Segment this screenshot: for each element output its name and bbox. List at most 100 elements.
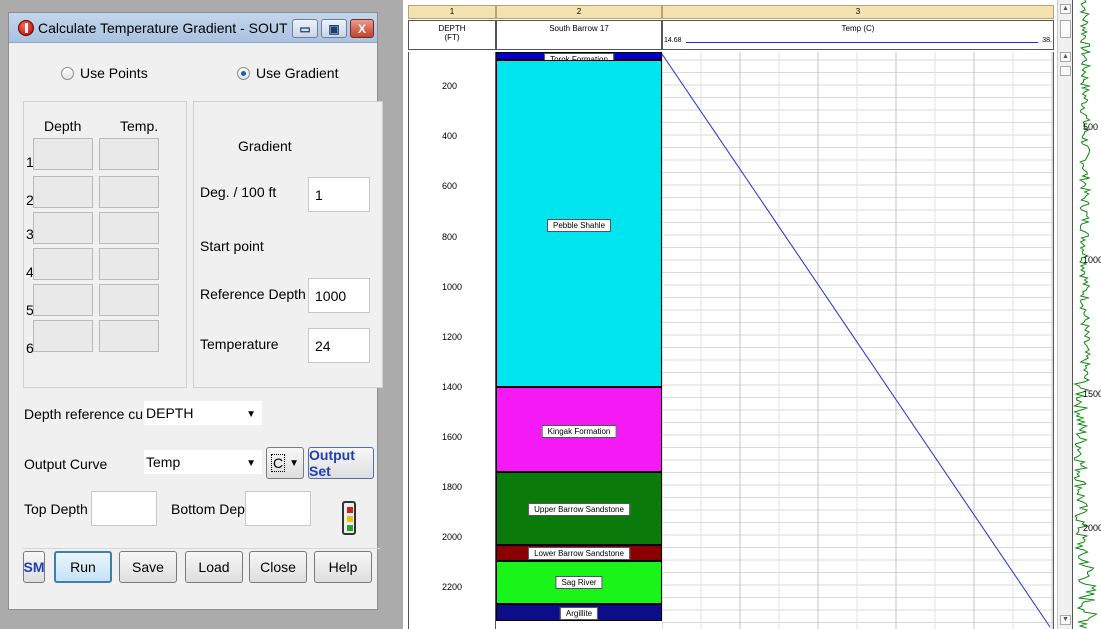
depth-track: 200 400 600 800 1000 1200 1400 1600 1800… [408, 52, 496, 629]
temperature-label: Temperature [200, 336, 279, 352]
formation-track-header[interactable]: South Barrow 17 [496, 20, 662, 50]
overview-depth-label: 1500 [1083, 389, 1101, 399]
depth-track-title: DEPTH [438, 24, 466, 33]
track-number-1[interactable]: 1 [408, 5, 496, 19]
use-points-label: Use Points [80, 65, 148, 81]
point-depth-cell[interactable] [33, 248, 93, 280]
scroll-up-icon[interactable]: ▲ [1060, 52, 1071, 62]
formation-torok[interactable]: Torok Formation [496, 52, 662, 66]
point-temp-cell[interactable] [99, 176, 159, 208]
track-number-2[interactable]: 2 [496, 5, 662, 19]
depth-label: 1000 [442, 282, 463, 292]
point-depth-cell[interactable] [33, 176, 93, 208]
temperature-gradient-dialog: Calculate Temperature Gradient - SOUTH B… [8, 12, 383, 610]
formation-argillite[interactable]: Argillite [496, 604, 662, 621]
help-button[interactable]: Help [314, 551, 372, 583]
depth-reference-curve-label: Depth reference curve [24, 406, 163, 422]
point-depth-cell[interactable] [33, 284, 93, 316]
deg-per-100ft-input[interactable]: 1 [308, 177, 370, 212]
use-gradient-radio[interactable]: Use Gradient [237, 65, 338, 81]
divider [23, 548, 380, 549]
scroll-up-icon[interactable]: ▲ [1060, 4, 1071, 14]
bottom-depth-label: Bottom Depth [171, 501, 257, 517]
temp-scale: 14.68 38. [662, 37, 1054, 47]
formation-lower-barrow[interactable]: Lower Barrow Sandstone [496, 545, 662, 561]
temp-track-title: Temp (C) [841, 24, 875, 33]
point-temp-cell[interactable] [99, 248, 159, 280]
temp-track[interactable] [662, 52, 1054, 629]
dialog-title: Calculate Temperature Gradient - SOUTH B… [38, 20, 288, 36]
scroll-handle[interactable] [1060, 20, 1071, 38]
depth-label: 1800 [442, 482, 463, 492]
overview-depth-label: 2000 [1083, 523, 1101, 533]
formation-pebble-shale[interactable]: Pebble Shahle [496, 60, 662, 387]
point-temp-cell[interactable] [99, 138, 159, 170]
temp-scale-line [686, 42, 1038, 43]
gradient-group: Gradient Deg. / 100 ft 1 Start point Ref… [193, 101, 383, 388]
point-depth-cell[interactable] [33, 138, 93, 170]
temperature-input[interactable]: 24 [308, 328, 370, 363]
temp-scale-min: 14.68 [664, 37, 682, 44]
gradient-header: Gradient [238, 138, 292, 154]
reference-depth-label: Reference Depth [200, 286, 306, 302]
vertical-scrollbar[interactable]: ▲ ▲ ▼ [1057, 0, 1072, 629]
use-points-radio[interactable]: Use Points [61, 65, 148, 81]
point-temp-cell[interactable] [99, 212, 159, 244]
formation-track-title: South Barrow 17 [549, 24, 609, 33]
depth-label: 400 [442, 131, 458, 141]
scroll-down-icon[interactable]: ▼ [1060, 615, 1071, 625]
depth-track-unit: (FT) [444, 33, 460, 42]
dialog-titlebar[interactable]: Calculate Temperature Gradient - SOUTH B… [9, 13, 377, 43]
output-curve-label: Output Curve [24, 456, 108, 472]
depth-track-header[interactable]: DEPTH (FT) [408, 20, 496, 50]
depth-label: 800 [442, 232, 458, 242]
traffic-light-icon[interactable] [342, 501, 356, 535]
output-set-button[interactable]: Output Set [308, 447, 374, 479]
minimize-button[interactable]: ▭ [292, 19, 318, 38]
deg-per-100ft-label: Deg. / 100 ft [200, 184, 277, 200]
scroll-thumb[interactable] [1060, 66, 1071, 76]
depth-label: 1400 [442, 382, 463, 392]
bottom-depth-input[interactable] [245, 491, 311, 526]
point-depth-cell[interactable] [33, 320, 93, 352]
depth-column-header: Depth [44, 118, 82, 134]
point-temp-cell[interactable] [99, 284, 159, 316]
point-depth-cell[interactable] [33, 212, 93, 244]
radio-selected-icon [237, 66, 250, 80]
formation-sag-river[interactable]: Sag River [496, 561, 662, 604]
top-depth-label: Top Depth [24, 501, 88, 517]
unit-select[interactable]: C ▼ [266, 447, 304, 479]
reference-depth-input[interactable]: 1000 [308, 278, 370, 313]
close-window-button[interactable]: X [350, 19, 374, 38]
close-button[interactable]: Close [249, 551, 307, 583]
depth-label: 1200 [442, 332, 463, 342]
radio-circle-icon [61, 66, 74, 80]
formation-kingak[interactable]: Kingak Formation [496, 387, 662, 472]
sm-button[interactable]: SM [23, 551, 45, 583]
formation-label: Kingak Formation [541, 425, 617, 438]
output-curve-value: Temp [146, 454, 181, 470]
temp-track-grid [662, 52, 1053, 629]
well-log-plot: 1 2 3 DEPTH (FT) South Barrow 17 Temp (C… [403, 0, 1063, 629]
overview-strip[interactable]: 500 1000 1500 2000 [1072, 0, 1101, 629]
temperature-curve [662, 53, 1051, 628]
output-curve-select[interactable]: Temp ▼ [143, 449, 263, 475]
depth-reference-curve-select[interactable]: DEPTH ▼ [143, 400, 263, 426]
top-depth-input[interactable] [91, 491, 157, 526]
depth-label: 2200 [442, 582, 463, 592]
overview-curve [1073, 0, 1098, 629]
run-button[interactable]: Run [54, 551, 112, 583]
temp-scale-max: 38. [1042, 37, 1052, 44]
formation-track: Torok Formation Pebble Shahle Kingak For… [496, 52, 662, 629]
depth-label: 600 [442, 181, 458, 191]
maximize-button[interactable]: ▣ [321, 19, 347, 38]
depth-reference-curve-value: DEPTH [146, 405, 194, 421]
save-button[interactable]: Save [119, 551, 177, 583]
track-number-3[interactable]: 3 [662, 5, 1054, 19]
formation-label: Upper Barrow Sandstone [528, 503, 630, 516]
overview-depth-label: 500 [1083, 122, 1099, 132]
formation-upper-barrow[interactable]: Upper Barrow Sandstone [496, 472, 662, 545]
load-button[interactable]: Load [185, 551, 243, 583]
point-temp-cell[interactable] [99, 320, 159, 352]
app-icon [18, 20, 34, 36]
